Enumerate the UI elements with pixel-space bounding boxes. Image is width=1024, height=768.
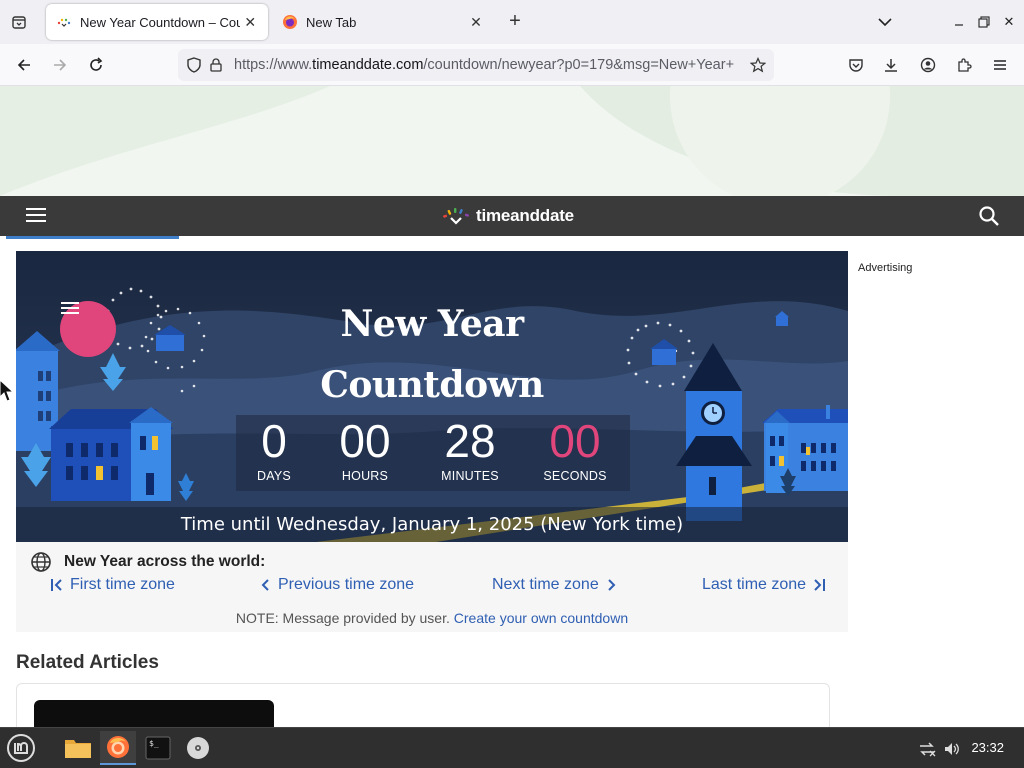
bookmark-star-icon[interactable] xyxy=(748,55,768,75)
back-icon[interactable] xyxy=(11,52,37,78)
firefox-icon[interactable] xyxy=(100,731,136,765)
chevron-right-icon xyxy=(608,579,616,591)
timezone-heading: New Year across the world: xyxy=(30,551,265,573)
minutes-unit: 28 MINUTES xyxy=(431,415,509,483)
minimize-icon[interactable] xyxy=(947,10,971,34)
url-text[interactable]: https://www.timeanddate.com/countdown/ne… xyxy=(234,57,734,73)
minutes-label: MINUTES xyxy=(441,469,499,483)
tab-new-tab[interactable]: New Tab ✕ xyxy=(272,4,494,40)
app-menu-icon[interactable] xyxy=(987,52,1013,78)
related-articles-heading: Related Articles xyxy=(16,652,159,673)
timeanddate-logo-icon xyxy=(443,208,469,225)
search-icon[interactable] xyxy=(978,205,1000,227)
days-unit: 0 DAYS xyxy=(246,415,302,483)
first-timezone-link[interactable]: First time zone xyxy=(50,576,175,594)
start-menu-icon[interactable] xyxy=(3,731,39,765)
days-label: DAYS xyxy=(257,469,291,483)
tracking-protection-icon[interactable] xyxy=(184,55,204,75)
countdown-hero: New Year Countdown 0 DAYS 00 HOURS 28 MI… xyxy=(16,251,848,542)
hours-unit: 00 HOURS xyxy=(326,415,404,483)
user-message-note: NOTE: Message provided by user. Create y… xyxy=(16,610,848,626)
site-menu-icon[interactable] xyxy=(26,208,46,224)
address-bar[interactable]: https://www.timeanddate.com/countdown/ne… xyxy=(178,49,774,81)
new-tab-button[interactable]: + xyxy=(503,10,527,34)
create-countdown-link[interactable]: Create your own countdown xyxy=(454,610,628,626)
minutes-value: 28 xyxy=(444,415,496,467)
advertising-label: Advertising xyxy=(858,262,913,274)
network-icon[interactable] xyxy=(916,738,938,760)
menu-icon xyxy=(61,302,79,314)
firefox-favicon-icon xyxy=(282,14,298,30)
last-icon xyxy=(814,579,826,591)
scroll-progress-bar xyxy=(6,236,179,239)
close-tab-icon[interactable]: ✕ xyxy=(466,12,486,32)
list-all-tabs-icon[interactable] xyxy=(873,10,897,34)
first-icon xyxy=(51,579,62,591)
logo-text: timeanddate xyxy=(476,206,574,225)
extensions-icon[interactable] xyxy=(951,52,977,78)
close-window-icon[interactable]: ✕ xyxy=(997,10,1021,34)
site-logo[interactable]: timeanddate xyxy=(442,205,574,227)
ad-banner xyxy=(0,86,1024,196)
countdown-menu-button[interactable] xyxy=(60,301,116,357)
svg-text:$_: $_ xyxy=(149,739,159,748)
tab-title: New Year Countdown – Cou xyxy=(80,14,241,30)
countdown-subtitle: Time until Wednesday, January 1, 2025 (N… xyxy=(16,507,848,542)
timeanddate-favicon-icon xyxy=(56,14,72,30)
maximize-icon[interactable] xyxy=(972,10,996,34)
close-tab-icon[interactable]: ✕ xyxy=(240,12,260,32)
pocket-icon[interactable] xyxy=(843,52,869,78)
days-value: 0 xyxy=(261,415,287,467)
clock[interactable]: 23:32 xyxy=(971,740,1004,755)
site-header: timeanddate xyxy=(0,196,1024,239)
timezone-heading-text: New Year across the world: xyxy=(64,553,266,570)
tab-title: New Tab xyxy=(306,14,357,30)
next-timezone-link[interactable]: Next time zone xyxy=(492,576,617,594)
hours-value: 00 xyxy=(339,415,391,467)
reload-icon[interactable] xyxy=(83,52,109,78)
terminal-icon[interactable]: $_ xyxy=(140,731,176,765)
browser-tabbar: New Year Countdown – Cou ✕ New Tab ✕ + ✕ xyxy=(0,0,1024,44)
mouse-pointer-icon xyxy=(0,379,15,402)
countdown-title-line1: New Year xyxy=(340,303,524,345)
countdown-counter: 0 DAYS 00 HOURS 28 MINUTES 00 SECONDS xyxy=(236,415,630,491)
hours-label: HOURS xyxy=(341,469,389,483)
note-text: NOTE: Message provided by user. xyxy=(235,610,450,626)
account-icon[interactable] xyxy=(915,52,941,78)
chevron-left-icon xyxy=(261,579,269,591)
taskbar: $_ 23:32 xyxy=(0,727,1024,768)
seconds-label: SECONDS xyxy=(543,469,607,483)
volume-icon[interactable] xyxy=(941,738,963,760)
countdown-title-line2: Countdown xyxy=(320,364,544,406)
forward-icon[interactable] xyxy=(47,52,73,78)
browser-navbar: https://www.timeanddate.com/countdown/ne… xyxy=(0,44,1024,86)
tab-new-year-countdown[interactable]: New Year Countdown – Cou ✕ xyxy=(46,4,268,40)
globe-icon xyxy=(31,552,51,572)
timezone-navigation: New Year across the world: First time zo… xyxy=(16,542,848,632)
previous-timezone-link[interactable]: Previous time zone xyxy=(260,576,414,594)
seconds-value: 00 xyxy=(549,415,601,467)
tab-list-icon[interactable] xyxy=(6,9,32,35)
downloads-icon[interactable] xyxy=(878,52,904,78)
last-timezone-link[interactable]: Last time zone xyxy=(702,576,826,594)
disc-icon[interactable] xyxy=(180,731,216,765)
lock-icon[interactable] xyxy=(206,55,226,75)
files-icon[interactable] xyxy=(60,731,96,765)
seconds-unit: 00 SECONDS xyxy=(536,415,614,483)
